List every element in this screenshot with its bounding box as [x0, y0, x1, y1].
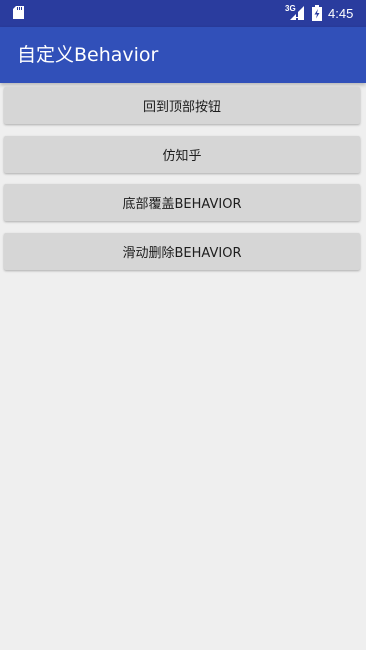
bottom-cover-behavior-button-label: 底部覆盖BEHAVIOR: [122, 197, 242, 212]
app-bar: 自定义Behavior: [0, 27, 366, 83]
button-list: 回到顶部按钮 仿知乎 底部覆盖BEHAVIOR 滑动删除BEHAVIOR: [0, 83, 366, 650]
clock: 4:45: [328, 6, 354, 21]
swipe-delete-behavior-button[interactable]: 滑动删除BEHAVIOR: [4, 233, 360, 270]
battery-charging-icon: [312, 5, 322, 21]
app-title: 自定义Behavior: [17, 44, 159, 66]
signal-icon: [290, 6, 304, 20]
back-to-top-button-label: 回到顶部按钮: [142, 100, 221, 115]
bottom-cover-behavior-button[interactable]: 底部覆盖BEHAVIOR: [4, 184, 360, 221]
zhihu-style-button[interactable]: 仿知乎: [4, 136, 360, 173]
back-to-top-button[interactable]: 回到顶部按钮: [4, 87, 360, 124]
sd-card-icon: [13, 6, 24, 19]
swipe-delete-behavior-button-label: 滑动删除BEHAVIOR: [122, 246, 242, 261]
zhihu-style-button-label: 仿知乎: [162, 149, 202, 164]
status-bar: 3G 4:45: [0, 0, 366, 27]
